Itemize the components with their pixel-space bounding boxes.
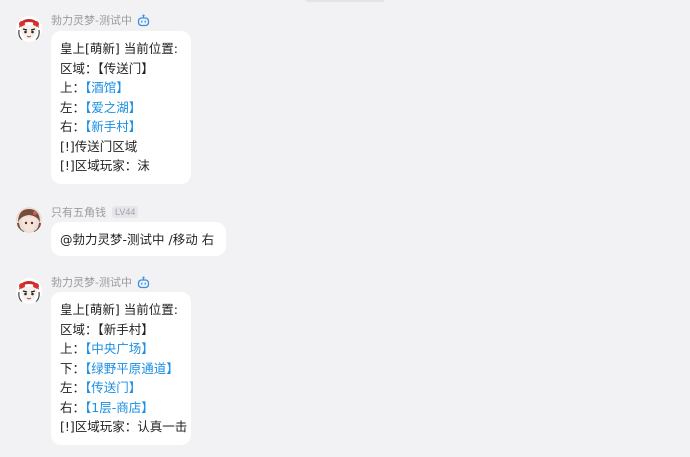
location-link-left[interactable]: 【传送门】 bbox=[85, 380, 141, 395]
location-link-up[interactable]: 【酒馆】 bbox=[85, 80, 129, 95]
message-bubble[interactable]: 皇上[萌新] 当前位置: 区域：【传送门】 上：【酒馆】 左：【爱之湖】 右：【… bbox=[51, 31, 191, 184]
sender-name[interactable]: 勃力灵梦-测试中 bbox=[51, 12, 132, 28]
message-bubble[interactable]: @勃力灵梦-测试中 /移动 右 bbox=[51, 222, 226, 256]
location-link-down[interactable]: 【绿野平原通道】 bbox=[85, 361, 179, 376]
message-line: [!]区域玩家：认真一击 bbox=[60, 419, 188, 434]
message-bubble[interactable]: 皇上[萌新] 当前位置: 区域：【新手村】 上：【中央广场】 下：【绿野平原通道… bbox=[51, 292, 191, 445]
sender-name-line: 只有五角钱 LV44 bbox=[51, 204, 139, 220]
sender-name-line: 勃力灵梦-测试中 bbox=[51, 12, 150, 28]
location-link-right[interactable]: 【1层-商店】 bbox=[85, 400, 154, 415]
message-line: 左：【爱之湖】 bbox=[60, 99, 142, 115]
message-line: [!]传送门区域 bbox=[60, 138, 138, 154]
message-line: 下：【绿野平原通道】 bbox=[60, 360, 179, 376]
message-line: 上：【酒馆】 bbox=[60, 80, 129, 95]
bot-avatar-icon[interactable] bbox=[16, 278, 42, 304]
robot-icon bbox=[137, 276, 150, 289]
location-link-right[interactable]: 【新手村】 bbox=[85, 119, 141, 134]
message-line: 上：【中央广场】 bbox=[60, 341, 154, 356]
message-line: 右：【新手村】 bbox=[60, 119, 142, 134]
scroll-hint bbox=[305, 0, 385, 2]
bot-avatar-icon[interactable] bbox=[16, 16, 42, 42]
message-line: @勃力灵梦-测试中 /移动 右 bbox=[60, 232, 215, 247]
robot-icon bbox=[137, 14, 150, 27]
message-line: 右：【1层-商店】 bbox=[60, 399, 154, 415]
message-line: [!]区域玩家：沫 bbox=[60, 158, 150, 173]
message-line: 区域：【新手村】 bbox=[60, 321, 154, 337]
sender-name[interactable]: 勃力灵梦-测试中 bbox=[51, 274, 132, 290]
location-link-left[interactable]: 【爱之湖】 bbox=[85, 100, 141, 115]
location-link-up[interactable]: 【中央广场】 bbox=[85, 341, 154, 356]
message-line: 皇上[萌新] 当前位置: bbox=[60, 41, 178, 56]
user-avatar-icon[interactable] bbox=[16, 207, 42, 233]
message-line: 左：【传送门】 bbox=[60, 380, 142, 395]
message-line: 皇上[萌新] 当前位置: bbox=[60, 302, 178, 317]
message-line: 区域：【传送门】 bbox=[60, 60, 154, 76]
sender-name[interactable]: 只有五角钱 bbox=[51, 204, 106, 220]
level-badge: LV44 bbox=[112, 206, 139, 218]
sender-name-line: 勃力灵梦-测试中 bbox=[51, 274, 150, 290]
